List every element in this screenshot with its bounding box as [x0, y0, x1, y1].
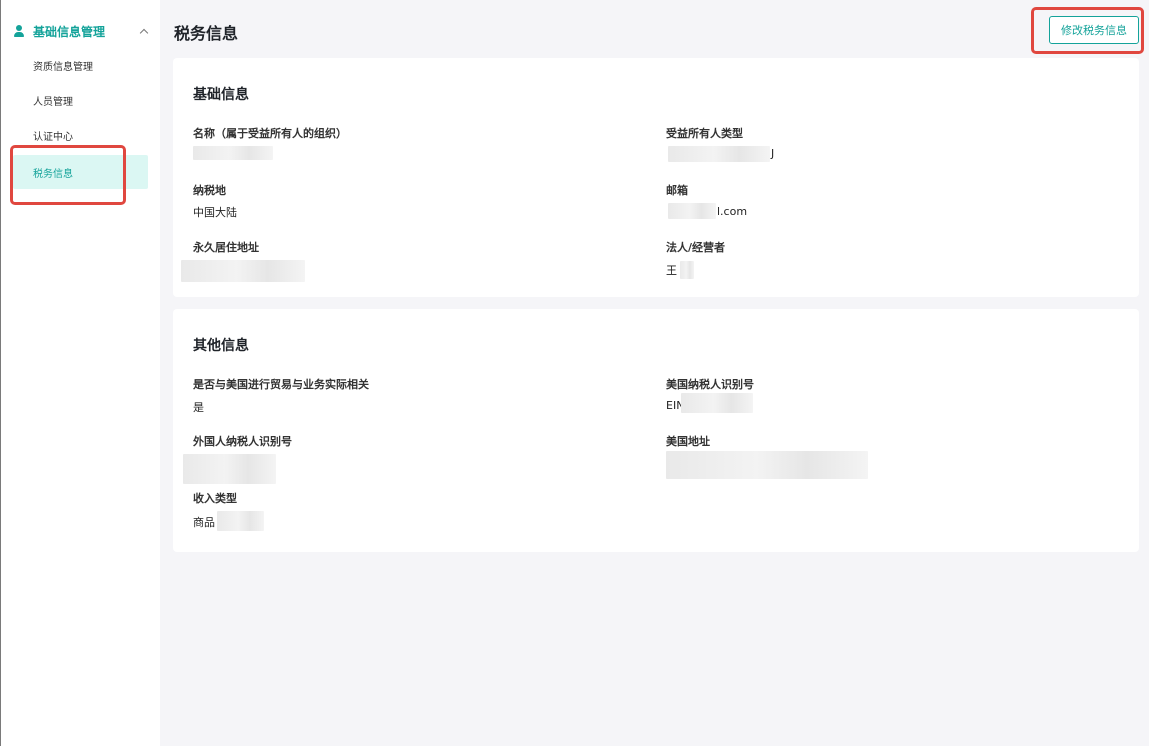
field-label-us-trade: 是否与美国进行贸易与业务实际相关: [193, 378, 369, 391]
other-info-card: 其他信息 是否与美国进行贸易与业务实际相关 是 美国纳税人识别号 EIN 外国人…: [173, 309, 1139, 552]
field-label-org-name: 名称（属于受益所有人的组织）: [193, 127, 347, 140]
sidebar-item-tax-info[interactable]: 税务信息: [13, 155, 148, 189]
field-label-tax-location: 纳税地: [193, 184, 226, 197]
sidebar: 基础信息管理 资质信息管理 人员管理 认证中心 税务信息: [0, 0, 160, 746]
redacted-us-address: [666, 451, 868, 479]
redacted-income-type: [217, 511, 264, 531]
redacted-owner-type: [668, 146, 770, 162]
field-label-us-tin: 美国纳税人识别号: [666, 378, 754, 391]
redacted-us-tin: [681, 393, 753, 413]
field-label-income-type: 收入类型: [193, 492, 237, 505]
redacted-foreign-tin: [183, 454, 276, 484]
sidebar-group-label: 基础信息管理: [33, 24, 106, 39]
field-value-us-trade: 是: [193, 401, 204, 414]
redacted-legal-person: [680, 261, 694, 279]
field-label-address: 永久居住地址: [193, 241, 259, 254]
edit-tax-info-button[interactable]: 修改税务信息: [1049, 16, 1139, 44]
field-value-owner-type: J: [771, 147, 775, 160]
field-label-foreign-tin: 外国人纳税人识别号: [193, 435, 292, 448]
redacted-org-name: [193, 146, 273, 160]
user-icon: [13, 25, 25, 37]
redacted-address: [181, 260, 305, 282]
basic-info-title: 基础信息: [193, 87, 249, 103]
field-value-legal-person: 王: [666, 264, 677, 277]
sidebar-item-personnel[interactable]: 人员管理: [13, 83, 148, 117]
field-label-us-address: 美国地址: [666, 435, 710, 448]
redacted-email: [668, 203, 716, 219]
page-title: 税务信息: [174, 24, 239, 43]
field-value-tax-location: 中国大陆: [193, 206, 237, 219]
sidebar-item-label: 人员管理: [33, 96, 73, 108]
sidebar-item-label: 认证中心: [33, 131, 73, 143]
field-label-email: 邮箱: [666, 184, 688, 197]
chevron-up-icon[interactable]: [139, 28, 149, 38]
field-value-income-type: 商品: [193, 516, 215, 529]
basic-info-card: 基础信息 名称（属于受益所有人的组织） 受益所有人类型 J 纳税地 中国大陆 邮…: [173, 58, 1139, 297]
sidebar-item-certification[interactable]: 认证中心: [13, 118, 148, 152]
sidebar-item-qualification[interactable]: 资质信息管理: [13, 48, 148, 82]
sidebar-item-label: 资质信息管理: [33, 61, 93, 73]
sidebar-group-basic-info[interactable]: 基础信息管理: [13, 22, 151, 40]
other-info-title: 其他信息: [193, 338, 249, 354]
field-label-owner-type: 受益所有人类型: [666, 127, 743, 140]
field-label-legal-person: 法人/经营者: [666, 241, 726, 254]
field-value-email: l.com: [717, 205, 748, 218]
sidebar-item-label: 税务信息: [33, 168, 73, 180]
